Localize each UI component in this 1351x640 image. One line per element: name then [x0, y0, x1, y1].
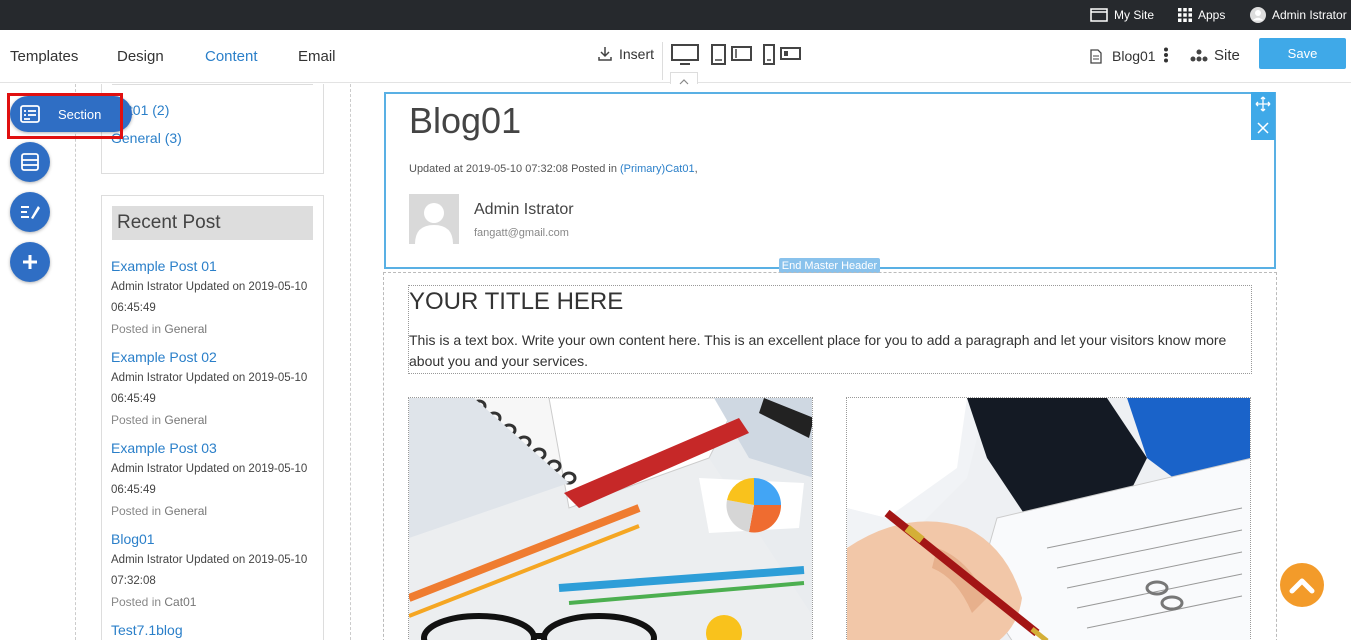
- site-menu[interactable]: Site: [1190, 47, 1240, 64]
- download-icon: [598, 47, 612, 61]
- browser-icon: [1090, 8, 1108, 22]
- move-icon: [1255, 96, 1271, 112]
- apps-link[interactable]: Apps: [1178, 0, 1225, 30]
- layout-icon: [21, 153, 39, 171]
- my-site-label: My Site: [1114, 8, 1155, 22]
- layout-button[interactable]: [10, 142, 50, 182]
- post-category: Posted in Cat01: [111, 593, 316, 611]
- post-category: Posted in General: [111, 411, 316, 429]
- editor-toolbar: Templates Design Content Email Insert Bl…: [0, 30, 1351, 85]
- post-title-link[interactable]: Example Post 03: [111, 439, 316, 457]
- widget-divider: [112, 84, 313, 85]
- post-title-link[interactable]: Example Post 01: [111, 257, 316, 275]
- tab-templates[interactable]: Templates: [10, 48, 78, 65]
- page-selector[interactable]: Blog01: [1090, 48, 1156, 64]
- post-title-link[interactable]: Test7.1blog: [111, 621, 316, 639]
- recent-post-item: Example Post 03 Admin Istrator Updated o…: [111, 439, 316, 520]
- move-section-button[interactable]: [1251, 92, 1275, 116]
- post-category-link[interactable]: General: [164, 322, 207, 336]
- sitemap-icon: [1190, 49, 1208, 61]
- site-label: Site: [1214, 47, 1240, 64]
- author-email: fangatt@gmail.com: [474, 227, 569, 239]
- insert-label: Insert: [619, 46, 655, 62]
- user-menu[interactable]: Admin Istrator: [1250, 0, 1347, 30]
- desktop-view-icon[interactable]: [671, 44, 699, 66]
- column-guide: [350, 84, 351, 640]
- categories-widget: [101, 84, 324, 174]
- image-notebook-chart[interactable]: [408, 397, 813, 640]
- content-title: YOUR TITLE HERE: [409, 288, 624, 315]
- apps-label: Apps: [1198, 8, 1226, 22]
- recent-post-item: Test7.1blog: [111, 621, 316, 639]
- post-category-link[interactable]: (Primary)Cat01: [620, 163, 695, 175]
- tab-design[interactable]: Design: [117, 48, 164, 65]
- user-placeholder-icon: [415, 203, 453, 244]
- post-meta-line: Updated at 2019-05-10 07:32:08 Posted in…: [409, 163, 698, 175]
- close-section-button[interactable]: [1251, 116, 1275, 140]
- post-meta-suffix: ,: [694, 163, 698, 175]
- recent-post-heading: Recent Post: [112, 206, 313, 240]
- recent-post-item: Example Post 01 Admin Istrator Updated o…: [111, 257, 316, 338]
- toolbar-collapse-toggle[interactable]: [670, 72, 698, 85]
- add-element-button[interactable]: [10, 242, 50, 282]
- page-selector-label: Blog01: [1112, 48, 1156, 64]
- phone-landscape-icon[interactable]: [780, 44, 802, 62]
- tab-email[interactable]: Email: [298, 48, 336, 65]
- post-meta-text: Updated at 2019-05-10 07:32:08 Posted in: [409, 163, 620, 175]
- posted-in-label: Posted in: [111, 413, 162, 427]
- tab-content[interactable]: Content: [205, 48, 258, 65]
- post-title: Blog01: [409, 100, 522, 141]
- post-category: Posted in General: [111, 502, 316, 520]
- tablet-portrait-icon[interactable]: [711, 44, 727, 66]
- edit-text-icon: [21, 206, 40, 219]
- office-supplies-photo: [409, 398, 812, 640]
- user-avatar-icon: [1250, 7, 1266, 23]
- post-category-link[interactable]: General: [164, 504, 207, 518]
- content-body: This is a text box. Write your own conte…: [409, 332, 1227, 369]
- post-title-link[interactable]: Blog01: [111, 530, 316, 548]
- edit-content-button[interactable]: [10, 192, 50, 232]
- my-site-link[interactable]: My Site: [1090, 0, 1154, 30]
- top-bar: My Site Apps Admin Istrator: [0, 0, 1351, 30]
- tablet-landscape-icon[interactable]: [731, 44, 753, 62]
- post-category: Posted in General: [111, 320, 316, 338]
- posted-in-label: Posted in: [111, 595, 162, 609]
- highlight-box: [7, 93, 123, 139]
- toolbar-divider: [662, 42, 663, 80]
- post-meta: Admin Istrator Updated on 2019-05-10 06:…: [111, 372, 308, 405]
- user-name: Admin Istrator: [1272, 8, 1347, 22]
- end-master-header-badge: End Master Header: [779, 258, 880, 273]
- post-title-link[interactable]: Example Post 02: [111, 348, 316, 366]
- post-category-link[interactable]: Cat01: [164, 595, 196, 609]
- post-meta: Admin Istrator Updated on 2019-05-10 07:…: [111, 554, 308, 587]
- image-signing-document[interactable]: [846, 397, 1251, 640]
- business-writing-photo: [847, 398, 1250, 640]
- plus-icon: [23, 255, 37, 269]
- apps-grid-icon: [1178, 8, 1192, 22]
- posted-in-label: Posted in: [111, 504, 162, 518]
- posted-in-label: Posted in: [111, 322, 162, 336]
- post-meta: Admin Istrator Updated on 2019-05-10 06:…: [111, 463, 308, 496]
- more-options-icon[interactable]: [1163, 47, 1169, 63]
- save-button[interactable]: Save: [1259, 38, 1346, 69]
- scroll-to-top-button[interactable]: [1280, 563, 1324, 607]
- insert-button[interactable]: Insert: [597, 46, 654, 62]
- post-meta: Admin Istrator Updated on 2019-05-10 06:…: [111, 281, 308, 314]
- phone-portrait-icon[interactable]: [763, 44, 775, 66]
- post-category-link[interactable]: General: [164, 413, 207, 427]
- recent-post-item: Blog01 Admin Istrator Updated on 2019-05…: [111, 530, 316, 611]
- author-name: Admin Istrator: [474, 201, 574, 218]
- author-avatar: [409, 194, 459, 244]
- column-guide: [75, 84, 76, 640]
- document-icon: [1090, 48, 1102, 64]
- editor-canvas: Cat01 (2) General (3) Recent Post Exampl…: [0, 84, 1351, 640]
- recent-post-item: Example Post 02 Admin Istrator Updated o…: [111, 348, 316, 429]
- chevron-up-icon: [1289, 578, 1315, 594]
- close-icon: [1257, 122, 1269, 134]
